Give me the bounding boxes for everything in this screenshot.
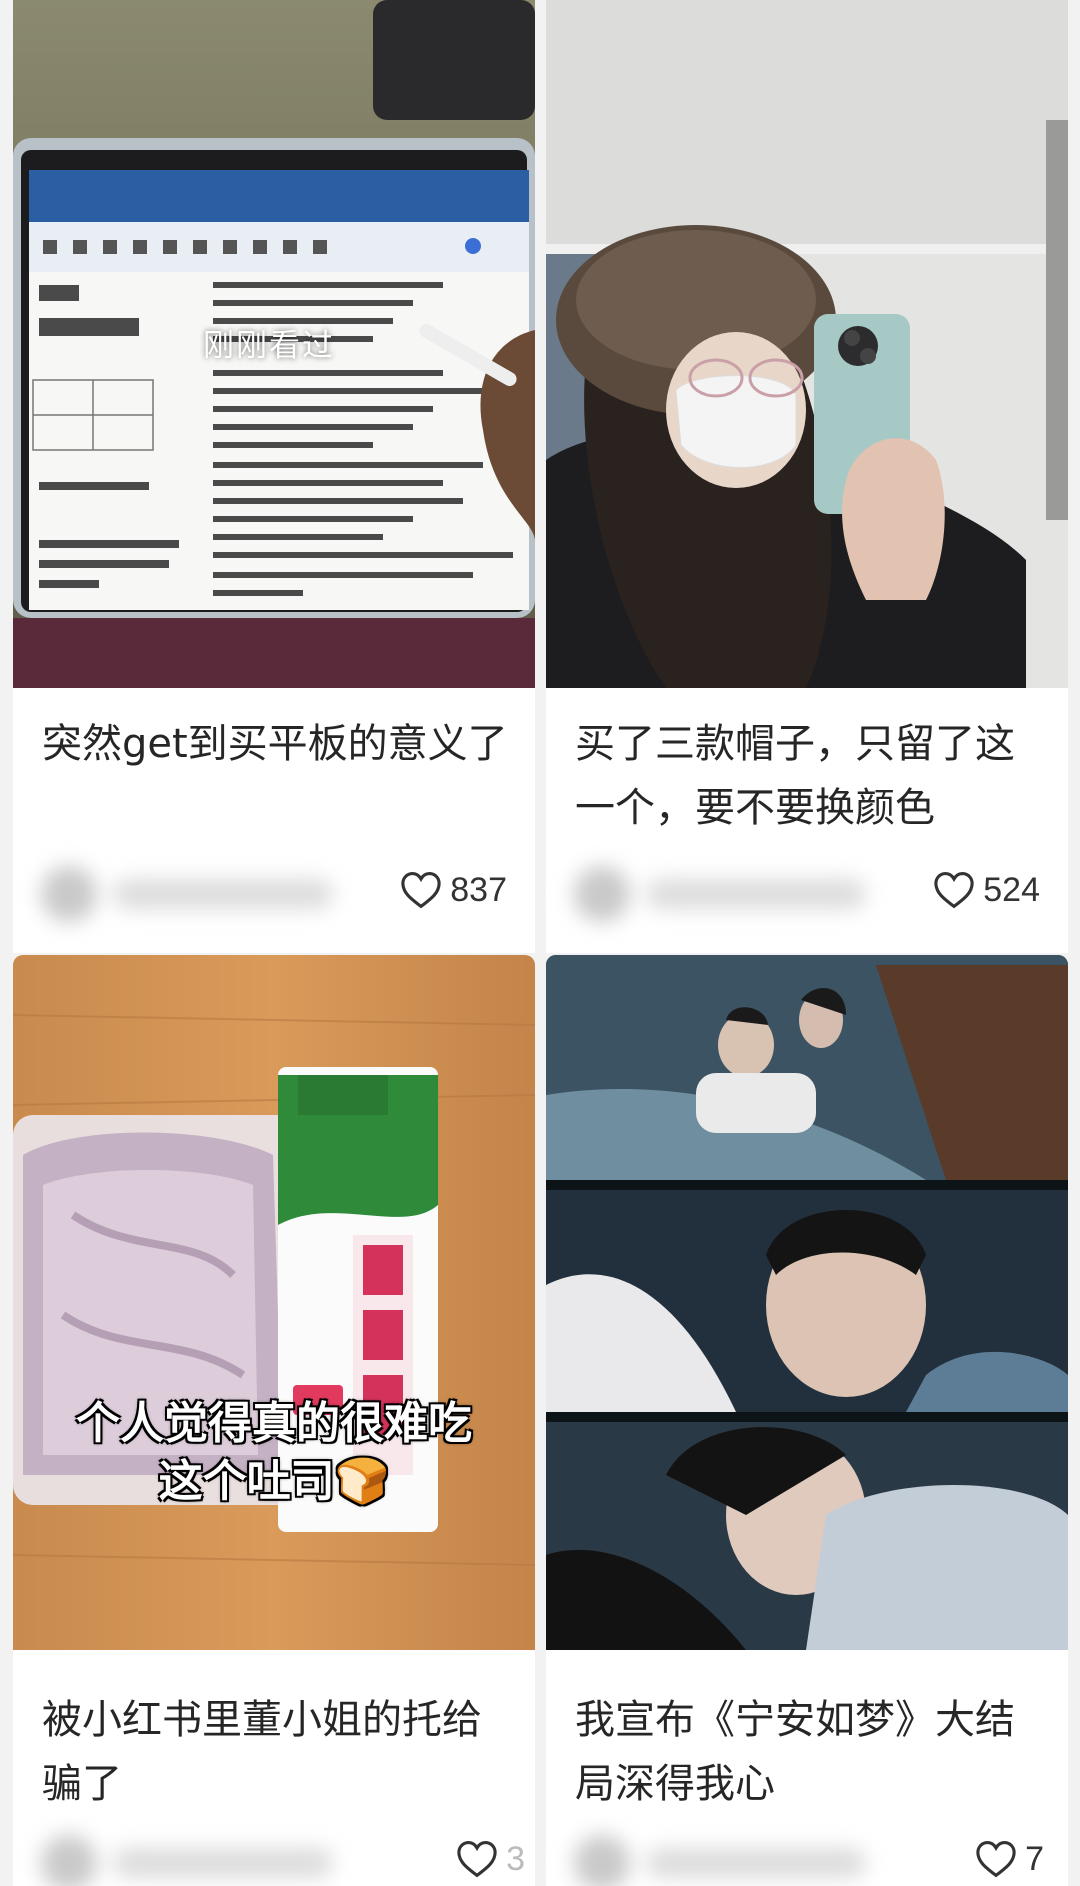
mirror-selfie-photo: [546, 0, 1068, 688]
note-cover-image[interactable]: [546, 0, 1068, 688]
like-button[interactable]: 524: [933, 868, 1040, 912]
note-meta: 7: [570, 1825, 1044, 1886]
author-name-blurred: [113, 1848, 333, 1878]
heart-outline-icon: [934, 872, 974, 909]
avatar: [574, 866, 630, 922]
note-meta: 524: [570, 856, 1044, 928]
note-title[interactable]: 被小红书里董小姐的托给骗了: [42, 1688, 511, 1816]
note-title[interactable]: 我宣布《宁安如梦》大结局深得我心: [575, 1688, 1044, 1816]
like-count: 7: [1025, 1839, 1044, 1878]
note-meta: 3: [37, 1825, 525, 1886]
toast-and-milk-photo: [13, 955, 535, 1650]
note-meta: 837: [37, 856, 511, 928]
author-name-blurred: [113, 879, 333, 909]
author-info-blurred[interactable]: [41, 864, 371, 924]
note-feed: 刚刚看过 突然get到买平板的意义了 837 买了三款帽子，只留了这一个，要不要…: [0, 0, 1080, 1886]
avatar: [41, 1835, 97, 1886]
author-name-blurred: [646, 879, 866, 909]
like-count: 3: [506, 1839, 525, 1878]
note-card[interactable]: 刚刚看过 突然get到买平板的意义了 837: [13, 0, 535, 953]
drama-stills-collage: [546, 955, 1068, 1650]
heart-outline-icon: [457, 1841, 497, 1878]
like-button[interactable]: 3: [456, 1837, 525, 1881]
note-card[interactable]: 买了三款帽子，只留了这一个，要不要换颜色 524: [546, 0, 1068, 953]
note-card[interactable]: 我宣布《宁安如梦》大结局深得我心 7: [546, 955, 1068, 1886]
author-name-blurred: [646, 1848, 866, 1878]
like-button[interactable]: 837: [400, 868, 507, 912]
note-cover-image[interactable]: 刚刚看过: [13, 0, 535, 688]
note-cover-image[interactable]: [546, 955, 1068, 1650]
heart-outline-icon: [401, 872, 441, 909]
heart-outline-icon: [976, 1841, 1016, 1878]
note-card[interactable]: 个人觉得真的很难吃 这个吐司🍞 被小红书里董小姐的托给骗了 3: [13, 955, 535, 1886]
author-info-blurred[interactable]: [41, 1833, 371, 1886]
recently-viewed-label: 刚刚看过: [203, 328, 335, 364]
cover-caption-line: 这个吐司🍞: [158, 1456, 390, 1507]
author-info-blurred[interactable]: [574, 1833, 904, 1886]
like-count: 837: [450, 870, 507, 909]
cover-caption: 个人觉得真的很难吃 这个吐司🍞: [13, 1395, 535, 1511]
author-info-blurred[interactable]: [574, 864, 904, 924]
note-title[interactable]: 突然get到买平板的意义了: [42, 712, 511, 776]
like-button[interactable]: 7: [975, 1837, 1044, 1881]
like-count: 524: [983, 870, 1040, 909]
note-cover-image[interactable]: 个人觉得真的很难吃 这个吐司🍞: [13, 955, 535, 1650]
avatar: [574, 1835, 630, 1886]
cover-caption-line: 个人觉得真的很难吃: [76, 1398, 472, 1449]
avatar: [41, 866, 97, 922]
note-title[interactable]: 买了三款帽子，只留了这一个，要不要换颜色: [575, 712, 1044, 840]
